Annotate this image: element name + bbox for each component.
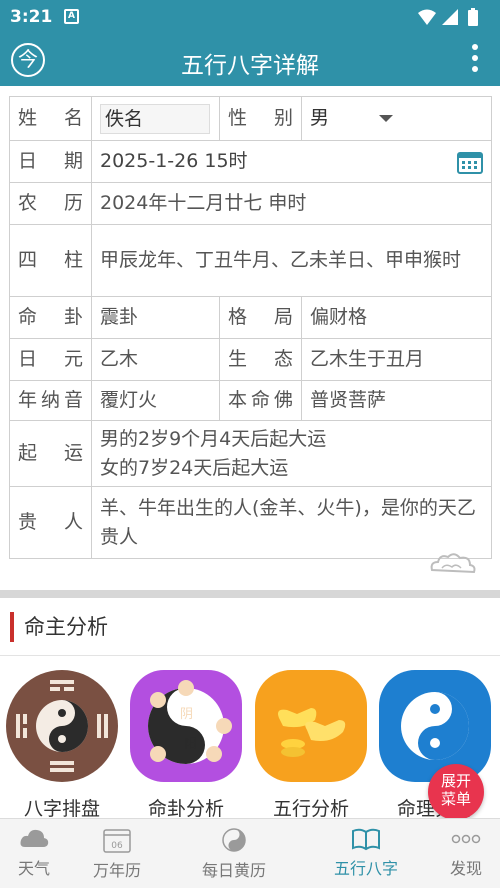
fab-line1: 展开 (440, 772, 471, 790)
row-nayin-buddha: 年纳音 覆灯火 本命佛 普贤菩萨 (9, 380, 492, 421)
taiji-icon (379, 670, 491, 782)
notification-icon: A (64, 9, 79, 24)
shengtai-value: 乙木生于丑月 (301, 338, 492, 381)
calendar-icon[interactable] (457, 150, 483, 174)
status-bar: 3:21 A (0, 0, 500, 34)
geju-label: 格 局 (219, 296, 302, 339)
nav-discover-label: 发现 (449, 859, 482, 878)
svg-text:阳: 阳 (184, 737, 197, 752)
qiyun-value: 男的2岁9个月4天后起大运 女的7岁24天后起大运 (91, 420, 492, 487)
date-value: 2025-1-26 15时 (100, 150, 248, 172)
nav-calendar[interactable]: 06 万年历 (90, 827, 144, 881)
more-menu-icon[interactable] (472, 44, 480, 77)
guiren-label: 贵 人 (9, 486, 92, 559)
nav-calendar-label: 万年历 (92, 861, 141, 880)
row-pillars: 四 柱 甲辰龙年、丁丑牛月、乙未羊日、甲申猴时 (9, 224, 492, 297)
status-time: 3:21 (10, 7, 53, 27)
section-divider (0, 590, 500, 598)
app-bar: 今 五行八字详解 (0, 34, 500, 86)
yinyang-gua-icon: 阴 阳 (130, 670, 242, 782)
gold-ingot-icon (255, 670, 367, 782)
gender-select[interactable]: 男 (301, 96, 492, 141)
riyuan-value: 乙木 (91, 338, 220, 381)
buddha-value: 普贤菩萨 (301, 380, 492, 421)
gua-value: 震卦 (91, 296, 220, 339)
nav-almanac-label: 每日黄历 (201, 861, 266, 880)
cloud-icon (20, 829, 49, 847)
qiyun-male: 男的2岁9个月4天后起大运 (100, 427, 327, 450)
svg-text:阴: 阴 (180, 707, 193, 722)
buddha-label: 本命佛 (219, 380, 302, 421)
pillars-label: 四 柱 (9, 224, 92, 297)
nav-weather[interactable]: 天气 (14, 827, 54, 879)
more-dots-icon (451, 834, 481, 844)
riyuan-label: 日 元 (9, 338, 92, 381)
section-title: 命主分析 (10, 612, 108, 642)
date-field[interactable]: 2025-1-26 15时 (91, 140, 492, 183)
nayin-value: 覆灯火 (91, 380, 220, 421)
name-input[interactable]: 佚名 (100, 103, 210, 134)
calendar-day-number: 06 (111, 841, 123, 851)
row-riyuan-shengtai: 日 元 乙木 生 态 乙木生于丑月 (9, 338, 492, 381)
qiyun-label: 起 运 (9, 420, 92, 487)
date-label: 日 期 (9, 140, 92, 183)
gender-value: 男 (310, 107, 330, 129)
name-cell: 佚名 (91, 96, 220, 141)
bazi-info-table: 姓 名 佚名 性 别 男 日 期 2025-1-26 15时 农 历 2024年… (9, 96, 492, 559)
bagua-icon (6, 670, 118, 782)
wifi-signal-battery-icon (418, 8, 478, 26)
tool-bazi-paipan[interactable]: 八字排盘 (3, 668, 121, 818)
nayin-label: 年纳音 (9, 380, 92, 421)
geju-value: 偏财格 (301, 296, 492, 339)
shengtai-label: 生 态 (219, 338, 302, 381)
bottom-nav: 天气 06 万年历 每日黄历 五行八字 发现 (0, 818, 500, 888)
almanac-taiji-icon (222, 828, 246, 852)
system-icons (416, 8, 490, 32)
open-book-icon (352, 828, 380, 851)
calendar-day-icon: 06 (103, 829, 131, 853)
page-title: 五行八字详解 (181, 53, 319, 79)
fab-line2: 菜单 (440, 790, 471, 808)
tool-wuxing[interactable]: 五行分析 (252, 668, 370, 818)
name-label: 姓 名 (9, 96, 92, 141)
row-lunar: 农 历 2024年十二月廿七 申时 (9, 182, 492, 225)
nav-weather-label: 天气 (17, 859, 50, 878)
row-date: 日 期 2025-1-26 15时 (9, 140, 492, 183)
nav-almanac[interactable]: 每日黄历 (198, 827, 270, 881)
qiyun-female: 女的7岁24天后起大运 (100, 456, 289, 479)
analysis-tools: 八字排盘 阴 阳 命卦分析 五行分析 命理分析 (0, 668, 500, 818)
nav-bazi-label: 五行八字 (333, 859, 398, 878)
row-guiren: 贵 人 羊、牛年出生的人(金羊、火牛)，是你的天乙贵人 (9, 486, 492, 559)
row-gua-geju: 命 卦 震卦 格 局 偏财格 (9, 296, 492, 339)
row-qiyun: 起 运 男的2岁9个月4天后起大运 女的7岁24天后起大运 (9, 420, 492, 487)
tool-label: 五行分析 (272, 798, 349, 818)
tool-label: 八字排盘 (23, 798, 100, 818)
gua-label: 命 卦 (9, 296, 92, 339)
gender-label: 性 别 (219, 96, 302, 141)
dropdown-arrow-icon (379, 115, 393, 122)
section-line (0, 655, 500, 656)
nav-bazi[interactable]: 五行八字 (330, 827, 402, 879)
expand-menu-button[interactable]: 展开 菜单 (428, 764, 484, 820)
cloud-decoration-icon (430, 553, 476, 574)
nav-discover[interactable]: 发现 (446, 827, 486, 879)
lunar-label: 农 历 (9, 182, 92, 225)
row-name-gender: 姓 名 佚名 性 别 男 (9, 96, 492, 141)
tool-label: 命卦分析 (147, 798, 224, 818)
lunar-value: 2024年十二月廿七 申时 (91, 182, 492, 225)
tool-minggua[interactable]: 阴 阳 命卦分析 (127, 668, 245, 818)
pillars-value: 甲辰龙年、丁丑牛月、乙未羊日、甲申猴时 (91, 224, 492, 297)
